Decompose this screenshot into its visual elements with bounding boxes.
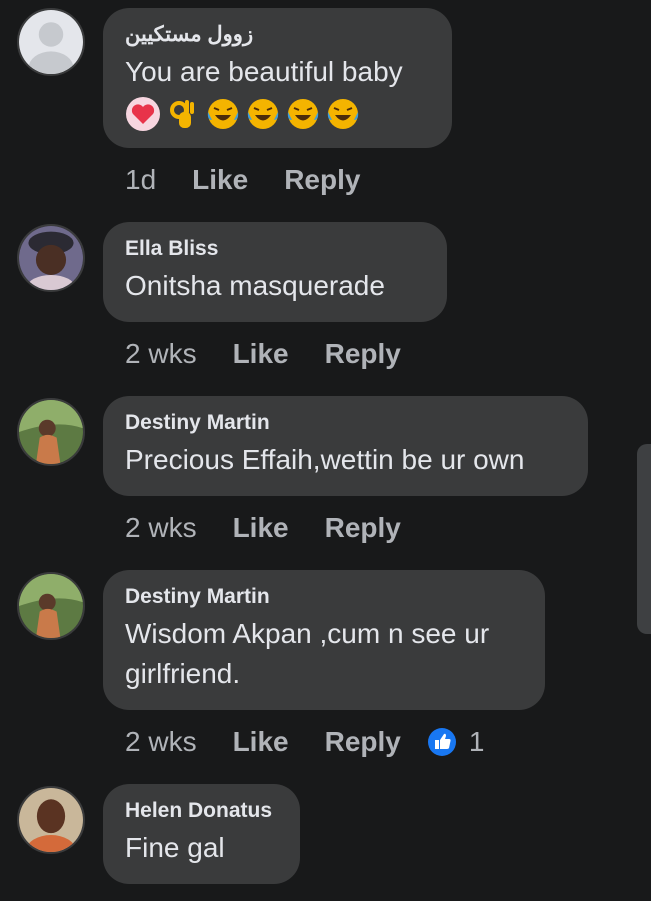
comment-text: Wisdom Akpan ,cum n see ur girlfriend. [125,614,523,694]
laughing-tears-icon [325,96,361,132]
avatar[interactable] [17,398,85,466]
like-button[interactable]: Like [233,512,289,544]
like-button[interactable]: Like [233,338,289,370]
commenter-name[interactable]: Destiny Martin [125,584,523,610]
comment-actions: 2 wks Like Reply [125,508,437,548]
avatar[interactable] [17,8,85,76]
reply-button[interactable]: Reply [325,726,401,758]
like-reaction-icon [427,728,456,756]
timestamp[interactable]: 2 wks [125,338,197,370]
comment-text-line: girlfriend. [125,658,241,689]
commenter-name[interactable]: Ella Bliss [125,236,425,262]
commenter-name[interactable]: Destiny Martin [125,410,566,436]
laughing-tears-icon [205,96,241,132]
comment-bubble: Destiny Martin Precious Effaih,wettin be… [103,396,588,496]
timestamp[interactable]: 2 wks [125,726,197,758]
reply-button[interactable]: Reply [284,164,360,196]
reaction-summary[interactable]: 1 [427,726,485,758]
comment-actions: 2 wks Like Reply [125,334,437,374]
comment-bubble: زوول مستكيين You are beautiful baby [103,8,452,148]
commenter-name[interactable]: زوول مستكيين [125,22,430,48]
comment-text: Fine gal [125,832,225,863]
avatar[interactable] [17,572,85,640]
comment-text: Precious Effaih,wettin be ur own [125,444,525,475]
comment-bubble: Ella Bliss Onitsha masquerade [103,222,447,322]
comment-bubble: Destiny Martin Wisdom Akpan ,cum n see u… [103,570,545,710]
avatar[interactable] [17,224,85,292]
comment-text: You are beautiful baby [125,56,403,87]
commenter-name[interactable]: Helen Donatus [125,798,278,824]
ok-hand-icon [165,96,201,132]
comment-text: Onitsha masquerade [125,270,385,301]
timestamp[interactable]: 2 wks [125,512,197,544]
comment-actions: 2 wks Like Reply 1 [125,722,484,762]
profile-photo-icon [19,574,83,638]
like-button[interactable]: Like [192,164,248,196]
comment-text-line: Wisdom Akpan ,cum n see ur [125,618,490,649]
reply-button[interactable]: Reply [325,512,401,544]
laughing-tears-icon [245,96,281,132]
comment-bubble: Helen Donatus Fine gal [103,784,300,884]
emoji-row [125,92,430,136]
profile-photo-icon [19,400,83,464]
heart-icon [125,96,161,132]
laughing-tears-icon [285,96,321,132]
profile-photo-icon [19,788,83,852]
default-avatar-icon [19,10,83,74]
timestamp[interactable]: 1d [125,164,156,196]
comment-actions: 1d Like Reply [125,160,396,200]
reply-button[interactable]: Reply [325,338,401,370]
avatar[interactable] [17,786,85,854]
profile-photo-icon [19,226,83,290]
reaction-count: 1 [468,726,485,757]
like-button[interactable]: Like [233,726,289,758]
scrollbar[interactable] [637,444,651,634]
